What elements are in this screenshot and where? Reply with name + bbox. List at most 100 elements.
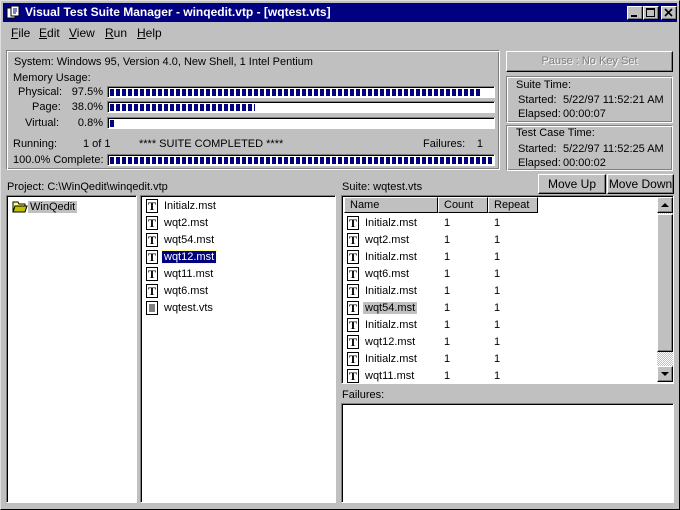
page-memory-fill — [110, 104, 255, 111]
suite-row-name: wqt11.mst — [365, 370, 415, 382]
suite-list[interactable]: Name Count Repeat T Initialz.mst 1 1 Twqt2.m… — [341, 195, 674, 384]
suite-row[interactable]: Twqt11.mst 1 1 — [347, 368, 652, 383]
column-header-count[interactable]: Count — [438, 197, 488, 213]
menu-bar: File Edit View Run Help — [3, 23, 677, 42]
project-file-item[interactable]: Twqt12.mst — [146, 249, 326, 266]
move-down-button[interactable]: Move Down — [607, 174, 674, 194]
menu-edit[interactable]: Edit — [39, 26, 60, 40]
suite-row-count: 1 — [444, 285, 451, 297]
failures-count-label: Failures: — [423, 138, 466, 150]
suite-row-name: wqt2.mst — [365, 234, 410, 246]
suite-row-repeat: 1 — [494, 302, 501, 314]
test-script-icon: T — [347, 369, 359, 383]
project-file-list[interactable]: T Initialz.mst Twqt2.mst Twqt54.mst Twqt12.m… — [140, 195, 336, 503]
vertical-scrollbar[interactable] — [657, 197, 673, 382]
scroll-down-button[interactable] — [657, 366, 673, 382]
project-file-name: Initialz.mst — [164, 200, 216, 212]
virtual-memory-bar — [107, 117, 495, 129]
test-script-icon: T — [146, 199, 158, 213]
project-file-item[interactable]: Twqt6.mst — [146, 283, 326, 300]
suite-label: Suite: wqtest.vts — [342, 181, 423, 193]
project-file-item[interactable]: T Initialz.mst — [146, 198, 326, 215]
menu-file[interactable]: File — [11, 26, 30, 40]
minimize-button[interactable] — [627, 6, 643, 20]
project-file-item[interactable]: wqtest.vts — [146, 300, 326, 317]
suite-row[interactable]: Twqt2.mst 1 1 — [347, 232, 652, 249]
test-script-icon: T — [347, 233, 359, 247]
close-button[interactable] — [661, 6, 677, 20]
scroll-thumb[interactable] — [657, 214, 673, 352]
project-file-item[interactable]: Twqt2.mst — [146, 215, 326, 232]
memory-usage-label: Memory Usage: — [13, 72, 91, 84]
open-folder-icon — [12, 201, 28, 213]
app-window: Visual Test Suite Manager - winqedit.vtp… — [0, 0, 680, 510]
suite-row-name: Initialz.mst — [365, 251, 417, 263]
physical-memory-bar — [107, 86, 495, 98]
column-header-repeat[interactable]: Repeat — [488, 197, 538, 213]
menu-run[interactable]: Run — [105, 26, 127, 40]
physical-memory-fill — [110, 89, 482, 96]
test-case-time-title: Test Case Time: — [516, 127, 595, 139]
menu-view[interactable]: View — [69, 26, 95, 40]
test-script-icon: T — [146, 216, 158, 230]
project-file-name: wqt12.mst — [160, 250, 218, 264]
suite-row-count: 1 — [444, 217, 451, 229]
test-case-elapsed-value: 00:00:02 — [563, 157, 606, 169]
scroll-up-button[interactable] — [657, 197, 673, 213]
suite-row[interactable]: Twqt6.mst 1 1 — [347, 266, 652, 283]
suite-row[interactable]: T Initialz.mst 1 1 — [347, 215, 652, 232]
maximize-icon — [646, 8, 655, 17]
test-case-started-value: 5/22/97 11:52:25 AM — [563, 143, 664, 155]
running-label: Running: — [13, 138, 58, 150]
suite-row-repeat: 1 — [494, 234, 501, 246]
app-icon[interactable] — [6, 5, 21, 20]
physical-label: Physical: — [18, 86, 63, 98]
complete-progress-fill — [110, 157, 492, 164]
maximize-button[interactable] — [643, 6, 659, 20]
arrow-down-icon — [661, 372, 669, 376]
suite-row[interactable]: Twqt54.mst 1 1 — [347, 300, 652, 317]
move-up-button[interactable]: Move Up — [538, 174, 606, 194]
folder-item[interactable]: WinQedit — [12, 199, 132, 216]
page-label: Page: — [32, 101, 61, 113]
suite-row-count: 1 — [444, 353, 451, 365]
suite-row[interactable]: T Initialz.mst 1 1 — [347, 317, 652, 334]
failures-count-value: 1 — [476, 138, 483, 150]
suite-row-count: 1 — [444, 234, 451, 246]
suite-row[interactable]: Twqt12.mst 1 1 — [347, 334, 652, 351]
failures-list[interactable] — [341, 403, 674, 503]
suite-started-value: 5/22/97 11:52:21 AM — [563, 94, 664, 106]
suite-row-repeat: 1 — [494, 268, 501, 280]
test-script-icon: T — [347, 301, 359, 315]
suite-row[interactable]: T Initialz.mst 1 1 — [347, 283, 652, 300]
suite-row-count: 1 — [444, 336, 451, 348]
test-script-icon: T — [347, 250, 359, 264]
menu-help[interactable]: Help — [137, 26, 162, 40]
suite-elapsed-value: 00:00:07 — [563, 108, 606, 120]
column-header-name[interactable]: Name — [344, 197, 438, 213]
pause-button[interactable]: Pause : No Key Set — [506, 51, 673, 72]
virtual-label: Virtual: — [25, 117, 60, 129]
test-script-icon: T — [347, 267, 359, 281]
virtual-value: 0.8% — [77, 117, 103, 129]
minimize-icon — [631, 15, 637, 17]
project-folder-tree[interactable]: WinQedit — [6, 195, 137, 503]
suite-row-repeat: 1 — [494, 370, 501, 382]
physical-value: 97.5% — [71, 86, 103, 98]
suite-row-name: wqt12.mst — [365, 336, 416, 348]
test-case-elapsed-label: Elapsed: — [518, 157, 561, 169]
test-script-icon: T — [146, 233, 158, 247]
suite-row[interactable]: T Initialz.mst 1 1 — [347, 249, 652, 266]
suite-row-repeat: 1 — [494, 319, 501, 331]
title-bar[interactable]: Visual Test Suite Manager - winqedit.vtp… — [3, 3, 677, 22]
suite-time-title: Suite Time: — [516, 79, 572, 91]
suite-row-name: Initialz.mst — [365, 217, 417, 229]
virtual-memory-fill — [110, 120, 114, 127]
suite-row[interactable]: T Initialz.mst 1 1 — [347, 351, 652, 368]
project-file-name: wqt6.mst — [164, 285, 209, 297]
test-script-icon: T — [347, 352, 359, 366]
project-file-item[interactable]: Twqt11.mst — [146, 266, 326, 283]
test-script-icon: T — [146, 267, 158, 281]
suite-elapsed-label: Elapsed: — [518, 108, 561, 120]
project-file-item[interactable]: Twqt54.mst — [146, 232, 326, 249]
